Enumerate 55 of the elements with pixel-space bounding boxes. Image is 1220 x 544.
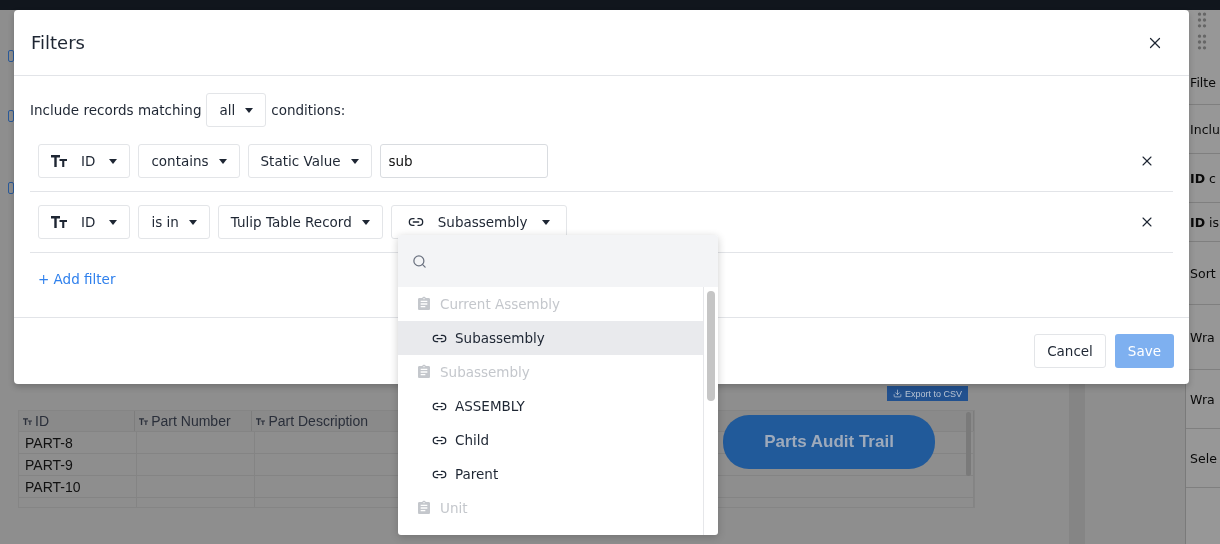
clipboard-icon	[416, 364, 432, 380]
field-select[interactable]: ID	[38, 205, 131, 239]
panel-label: Wra	[1190, 329, 1215, 345]
caret-icon	[109, 158, 118, 164]
match-label: Include records matching	[30, 102, 202, 118]
scrollbar-track[interactable]	[703, 287, 718, 535]
text-type-icon	[23, 417, 32, 425]
group-label: Unit	[440, 500, 468, 516]
export-button[interactable]: Export to CSV	[887, 386, 969, 401]
panel-label: Inclu	[1190, 121, 1220, 137]
group-label: Current Assembly	[440, 296, 561, 312]
caret-icon	[361, 219, 370, 225]
dropdown-option[interactable]: Subassembly	[398, 321, 703, 355]
panel-label: ID c	[1190, 170, 1216, 186]
clipboard-icon	[416, 500, 432, 516]
panel-label: Sort	[1190, 265, 1216, 281]
add-filter-link[interactable]: + Add filter	[38, 271, 116, 287]
column-title: Part Description	[268, 413, 368, 429]
panel-label: Filte	[1190, 74, 1216, 90]
group-label: Subassembly	[440, 364, 530, 380]
column-header[interactable]: ID	[19, 411, 136, 431]
clipboard-icon	[416, 296, 432, 312]
caret-icon	[350, 158, 359, 164]
field-select[interactable]: ID	[38, 144, 131, 178]
caret-icon	[218, 158, 227, 164]
search-field[interactable]	[398, 235, 718, 287]
operator-select[interactable]: is in	[138, 205, 210, 239]
search-icon	[412, 253, 427, 269]
panel-label: Sele	[1190, 450, 1217, 466]
table-cell: PART-9	[19, 454, 137, 475]
caret-icon	[541, 219, 550, 225]
operator-select[interactable]: contains	[138, 144, 240, 178]
column-title: ID	[35, 413, 49, 429]
caret-icon	[188, 219, 197, 225]
column-header[interactable]: Part Number	[135, 411, 253, 431]
text-type-icon	[51, 155, 67, 167]
cancel-button[interactable]: Cancel	[1034, 334, 1106, 368]
text-type-icon	[51, 216, 67, 228]
table-cell: PART-8	[19, 432, 137, 453]
dialog-title: Filters	[31, 32, 85, 53]
text-type-icon	[139, 417, 149, 425]
panel-label: ID is	[1190, 214, 1220, 230]
match-select[interactable]: all	[206, 93, 267, 127]
caret-icon	[109, 219, 118, 225]
value-input[interactable]: sub	[379, 144, 548, 178]
match-suffix: conditions:	[271, 102, 346, 118]
source-select[interactable]: Tulip Table Record	[217, 205, 383, 239]
download-icon	[893, 389, 902, 398]
source-select[interactable]: Static Value	[247, 144, 372, 178]
column-title: Part Number	[151, 413, 231, 429]
panel-label: Wra	[1190, 391, 1215, 407]
text-type-icon	[256, 417, 266, 425]
table-cell: PART-10	[19, 476, 137, 497]
scrollbar-thumb[interactable]	[707, 291, 715, 401]
caret-icon	[245, 107, 254, 113]
